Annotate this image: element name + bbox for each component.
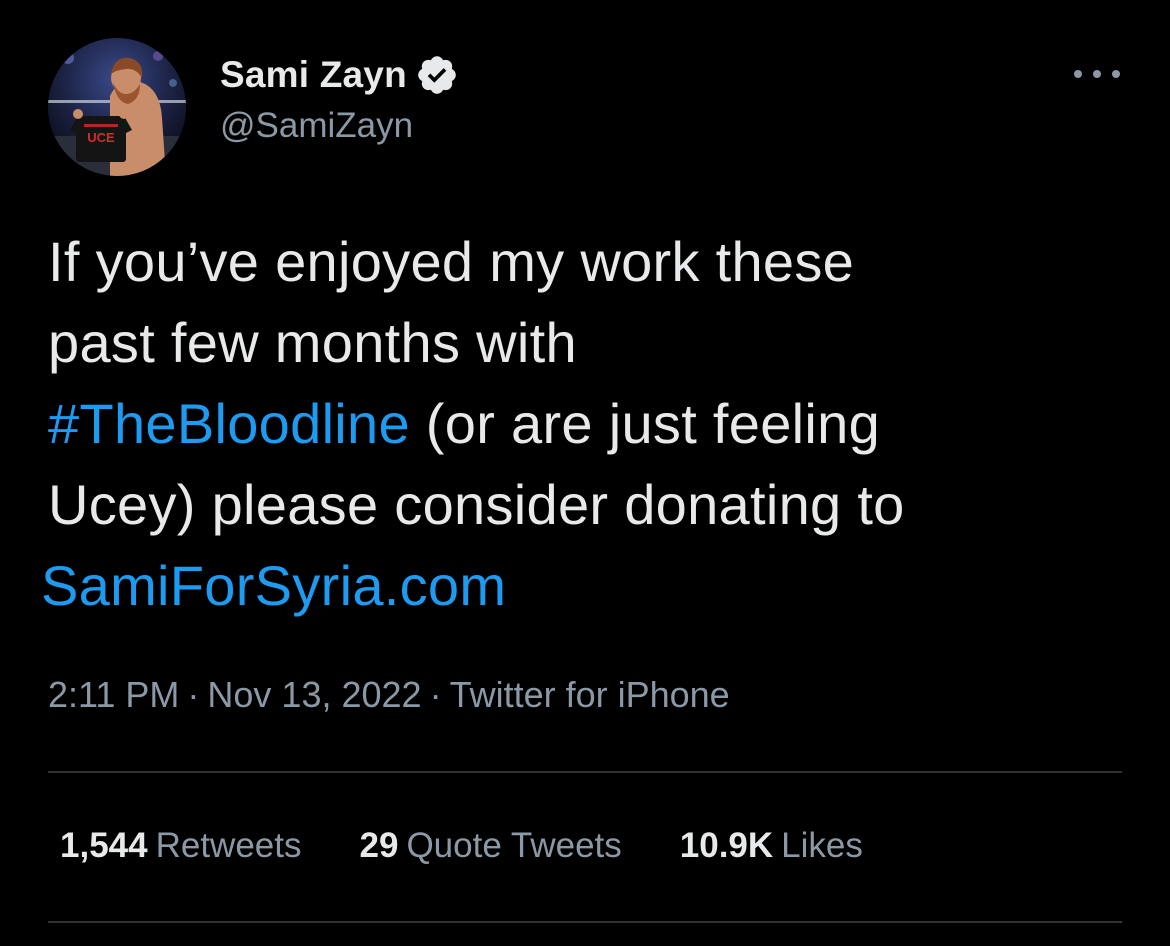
tweet-text-line: Ucey) please consider donating to <box>48 473 905 536</box>
quote-tweets-count: 29 <box>359 826 399 865</box>
avatar-shirt-text: UCE <box>87 130 115 145</box>
likes-label: Likes <box>781 826 863 865</box>
url-link[interactable]: SamiForSyria.com <box>41 554 506 617</box>
more-dot <box>1074 70 1082 78</box>
tweet-text-line: past few months with <box>48 311 577 374</box>
avatar[interactable]: UCE <box>48 38 186 176</box>
likes-count: 10.9K <box>679 826 774 865</box>
divider <box>48 771 1122 773</box>
tweet-text-line: #TheBloodline (or are just feeling <box>48 383 1128 464</box>
tweet-text-line: If you’ve enjoyed my work these <box>48 230 855 293</box>
tweet-detail: UCE Sami Zayn @SamiZayn If you’ve enjoye… <box>0 0 1170 946</box>
quote-tweets-stat[interactable]: 29 Quote Tweets <box>360 826 622 866</box>
meta-separator: · <box>187 674 200 715</box>
verified-badge-icon <box>415 53 459 97</box>
divider <box>48 921 1122 923</box>
retweets-label: Retweets <box>155 826 302 865</box>
tweet-source[interactable]: Twitter for iPhone <box>450 674 730 715</box>
more-dot <box>1112 70 1120 78</box>
tweet-stats: 1,544 Retweets 29 Quote Tweets 10.9K Likes <box>60 826 863 866</box>
retweets-stat[interactable]: 1,544 Retweets <box>60 826 302 866</box>
tweet-text: If you’ve enjoyed my work these past few… <box>41 221 1128 626</box>
author-block: Sami Zayn @SamiZayn <box>220 52 459 146</box>
author-display-name[interactable]: Sami Zayn <box>220 54 407 96</box>
author-handle[interactable]: @SamiZayn <box>220 106 459 146</box>
retweets-count: 1,544 <box>60 826 148 865</box>
likes-stat[interactable]: 10.9K Likes <box>680 826 863 866</box>
avatar-photo: UCE <box>48 38 186 176</box>
author-name-row: Sami Zayn <box>220 52 459 98</box>
hashtag-link[interactable]: #TheBloodline <box>48 392 410 455</box>
tweet-date[interactable]: Nov 13, 2022 <box>207 674 421 715</box>
meta-separator: · <box>429 674 442 715</box>
more-dot <box>1093 70 1101 78</box>
more-options-icon[interactable] <box>1074 62 1120 86</box>
tweet-meta: 2:11 PM · Nov 13, 2022 · Twitter for iPhone <box>48 674 730 716</box>
tweet-text-fragment: (or are just feeling <box>409 392 881 455</box>
quote-tweets-label: Quote Tweets <box>406 826 622 865</box>
tweet-time[interactable]: 2:11 PM <box>48 674 179 715</box>
